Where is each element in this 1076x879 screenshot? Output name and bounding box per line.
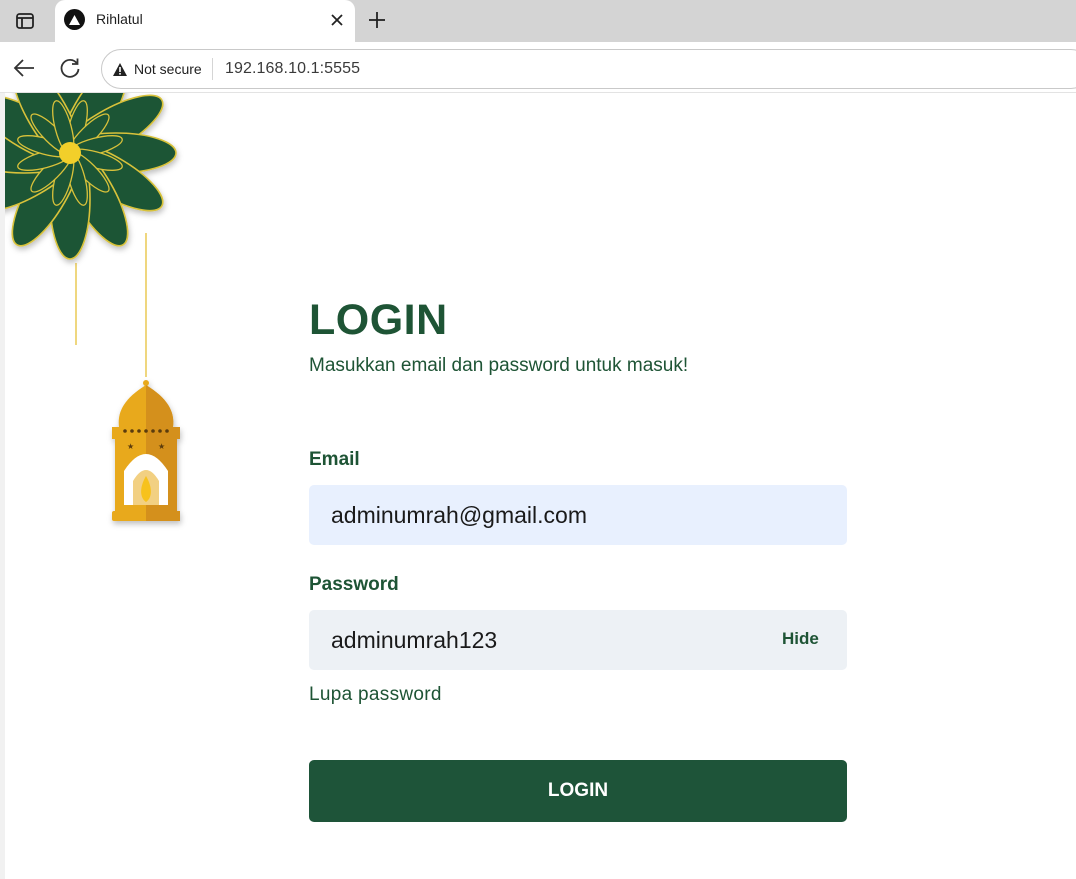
email-field[interactable] bbox=[309, 485, 847, 545]
lantern-icon: ★ ★ bbox=[112, 380, 180, 521]
login-page: ★ ★ LOGIN Masukkan email dan password un… bbox=[5, 93, 1076, 879]
browser-toolbar: Not secure 192.168.10.1:5555 bbox=[0, 42, 1076, 93]
close-icon bbox=[331, 14, 343, 26]
browser-tab[interactable]: Rihlatul bbox=[55, 0, 355, 42]
plus-icon bbox=[369, 12, 385, 28]
security-chip[interactable]: Not secure bbox=[112, 58, 213, 80]
password-label: Password bbox=[309, 574, 399, 595]
forgot-password-link[interactable]: Lupa password bbox=[309, 684, 442, 706]
close-tab-button[interactable] bbox=[325, 8, 349, 32]
back-button[interactable] bbox=[10, 54, 38, 82]
back-arrow-icon bbox=[13, 59, 34, 77]
new-tab-button[interactable] bbox=[364, 7, 390, 33]
svg-text:★: ★ bbox=[127, 442, 134, 451]
reload-button[interactable] bbox=[56, 54, 84, 82]
tab-actions-button[interactable] bbox=[6, 6, 44, 36]
islamic-ornament: ★ ★ bbox=[5, 93, 180, 521]
login-button[interactable]: LOGIN bbox=[309, 760, 847, 822]
crescent-moon-icon bbox=[60, 345, 101, 391]
url-text[interactable]: 192.168.10.1:5555 bbox=[225, 60, 360, 78]
address-bar[interactable]: Not secure 192.168.10.1:5555 bbox=[101, 49, 1076, 89]
tab-title: Rihlatul bbox=[96, 11, 143, 27]
password-field[interactable] bbox=[309, 610, 847, 670]
page-title: LOGIN bbox=[309, 296, 448, 344]
svg-text:★: ★ bbox=[158, 442, 165, 451]
flower-icon bbox=[5, 93, 177, 260]
reload-icon bbox=[60, 58, 80, 78]
warning-icon bbox=[113, 62, 127, 76]
security-label: Not secure bbox=[134, 61, 202, 77]
email-label: Email bbox=[309, 449, 360, 470]
site-favicon-icon bbox=[64, 9, 85, 30]
sidebar-icon bbox=[16, 13, 34, 29]
hide-password-toggle[interactable]: Hide bbox=[782, 629, 819, 649]
page-subtitle: Masukkan email dan password untuk masuk! bbox=[309, 355, 689, 376]
browser-tab-strip: Rihlatul bbox=[0, 0, 1076, 42]
